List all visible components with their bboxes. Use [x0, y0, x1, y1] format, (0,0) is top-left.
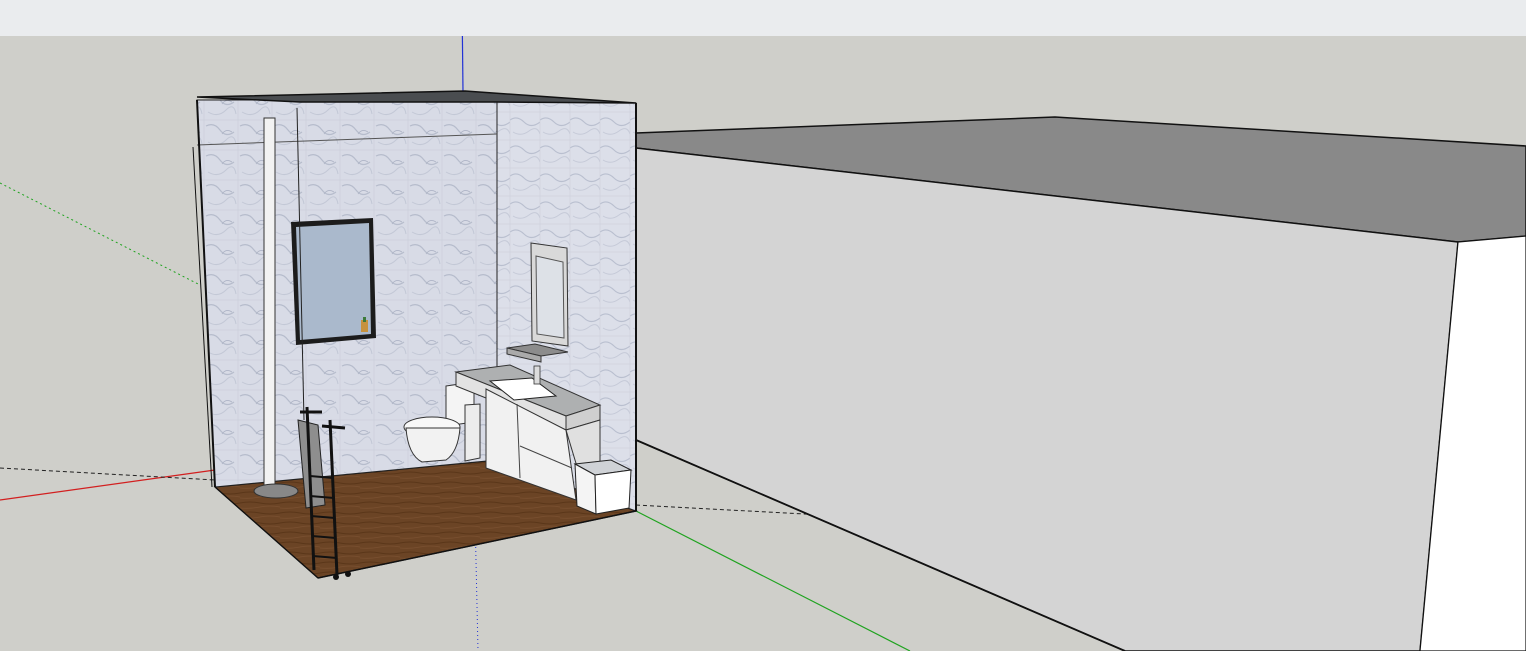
- 3d-viewport[interactable]: [0, 36, 1526, 651]
- mirror-icon: [530, 242, 569, 347]
- trash-bin-icon: [573, 459, 633, 515]
- window-icon: [291, 218, 376, 345]
- toolbar: [0, 0, 1526, 37]
- bathroom-model[interactable]: [192, 90, 639, 580]
- sketchup-window: [0, 0, 1526, 651]
- faucet-icon: [533, 365, 541, 385]
